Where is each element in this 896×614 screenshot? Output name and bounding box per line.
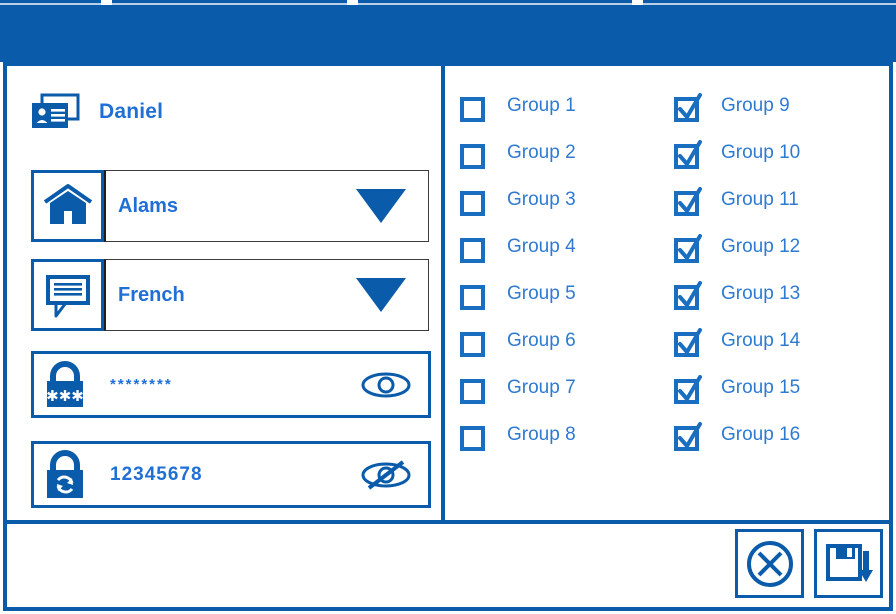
group-item[interactable]: Group 12 [673,223,883,270]
group-item[interactable]: Group 10 [673,129,883,176]
svg-text:✱✱✱: ✱✱✱ [46,388,84,405]
language-dropdown-row[interactable]: French [31,259,429,331]
language-dropdown-field[interactable]: French [104,259,429,331]
language-bubble-icon [43,271,93,319]
group-item-label: Group 10 [721,141,801,163]
confirm-password-row[interactable]: 12345678 [31,441,431,508]
home-icon [43,183,93,229]
save-button[interactable] [814,529,883,598]
title-bar [0,0,896,62]
group-item[interactable]: Group 13 [673,270,883,317]
checkbox-checked-icon[interactable] [673,280,702,310]
password-row[interactable]: ✱✱✱ ******** [31,351,431,418]
circle-x-icon [745,539,795,589]
eye-icon[interactable] [360,369,412,401]
group-item[interactable]: Group 4 [459,223,669,270]
checkbox-checked-icon[interactable] [673,139,702,169]
lock-refresh-icon [34,444,96,505]
checkbox-checked-icon[interactable] [673,327,702,357]
left-panel: Daniel Alams French ✱✱✱ ******** 1234567… [7,66,441,520]
title-bar-notch-3 [632,0,643,5]
group-item-label: Group 11 [721,188,799,210]
checkbox-unchecked-icon[interactable] [459,328,485,357]
group-item[interactable]: Group 15 [673,364,883,411]
id-card-stack-icon [29,92,81,132]
confirm-password-value: 12345678 [110,463,203,485]
group-item[interactable]: Group 16 [673,411,883,458]
checkbox-unchecked-icon[interactable] [459,281,485,310]
group-item-label: Group 8 [507,423,576,445]
group-item[interactable]: Group 2 [459,129,669,176]
checkbox-unchecked-icon[interactable] [459,187,485,216]
language-value: French [118,283,185,306]
checkbox-checked-icon[interactable] [673,186,702,216]
group-item-label: Group 16 [721,423,801,445]
group-item-label: Group 6 [507,329,576,351]
group-item-label: Group 7 [507,376,576,398]
title-bar-notch-2 [347,0,358,5]
group-item-label: Group 2 [507,141,576,163]
site-dropdown-field[interactable]: Alams [104,170,429,242]
language-icon-button[interactable] [31,259,104,331]
group-item[interactable]: Group 7 [459,364,669,411]
window-frame: Daniel Alams French ✱✱✱ ******** 1234567… [3,62,893,611]
checkbox-unchecked-icon[interactable] [459,422,485,451]
chevron-down-icon[interactable] [356,278,406,312]
title-bar-fill [0,5,896,62]
group-item-label: Group 12 [721,235,801,257]
user-row[interactable]: Daniel [29,92,163,132]
group-item[interactable]: Group 6 [459,317,669,364]
group-item[interactable]: Group 14 [673,317,883,364]
site-value: Alams [118,194,179,217]
checkbox-unchecked-icon[interactable] [459,234,485,263]
checkbox-unchecked-icon[interactable] [459,375,485,404]
checkbox-checked-icon[interactable] [673,374,702,404]
group-item-label: Group 5 [507,282,576,304]
group-column-1: Group 1 Group 2 Group 3 Group 4 Group 5 Group… [459,82,669,458]
group-item[interactable]: Group 8 [459,411,669,458]
save-download-icon [823,539,875,589]
group-column-2: Group 9 Group 10 Group 11 Group 12 Group 13 G… [673,82,883,458]
group-item[interactable]: Group 5 [459,270,669,317]
site-dropdown-row[interactable]: Alams [31,170,429,242]
group-item-label: Group 13 [721,282,801,304]
checkbox-checked-icon[interactable] [673,421,702,451]
group-item[interactable]: Group 1 [459,82,669,129]
lock-asterisks-icon: ✱✱✱ [34,354,96,415]
password-value: ******** [110,376,173,393]
group-item-label: Group 4 [507,235,576,257]
title-bar-notch-1 [101,0,112,5]
checkbox-unchecked-icon[interactable] [459,93,485,122]
checkbox-checked-icon[interactable] [673,92,702,122]
chevron-down-icon[interactable] [356,189,406,223]
group-item[interactable]: Group 3 [459,176,669,223]
group-item-label: Group 1 [507,94,576,116]
user-name-label: Daniel [99,100,164,123]
checkbox-unchecked-icon[interactable] [459,140,485,169]
eye-slash-icon[interactable] [360,457,412,493]
cancel-button[interactable] [735,529,804,598]
group-item-label: Group 9 [721,94,790,116]
group-item-label: Group 15 [721,376,801,398]
checkbox-checked-icon[interactable] [673,233,702,263]
group-item[interactable]: Group 11 [673,176,883,223]
group-item-label: Group 14 [721,329,801,351]
app-root: Daniel Alams French ✱✱✱ ******** 1234567… [0,0,896,614]
footer-bar [7,524,889,607]
group-item-label: Group 3 [507,188,576,210]
site-icon-button[interactable] [31,170,104,242]
group-item[interactable]: Group 9 [673,82,883,129]
right-panel: Group 1 Group 2 Group 3 Group 4 Group 5 Group… [445,66,889,520]
